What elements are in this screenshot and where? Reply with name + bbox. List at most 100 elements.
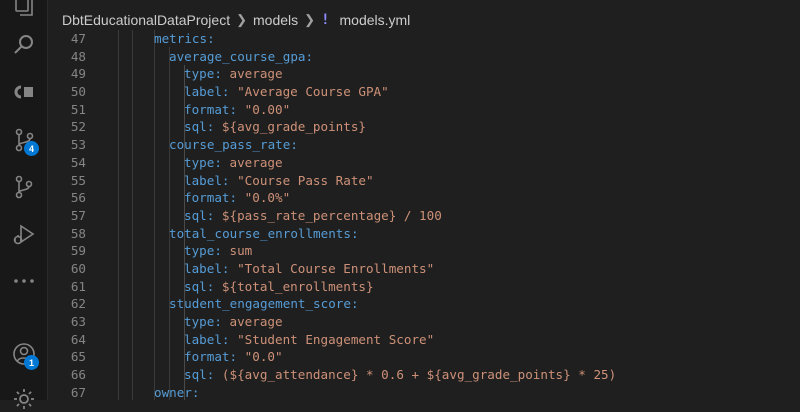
line-number: 58 (70, 225, 86, 241)
more-icon[interactable] (11, 268, 37, 294)
yaml-key: average_course_gpa: (169, 48, 314, 64)
code-text: student_engagement_score: (169, 295, 359, 313)
yaml-key: sql: (184, 367, 215, 383)
yaml-key: type: (184, 66, 222, 82)
code-text: sql: ${total_enrollments} (184, 278, 374, 296)
yaml-key: course_pass_rate: (169, 137, 298, 153)
line-number: 64 (70, 331, 86, 347)
line-number: 53 (70, 137, 86, 153)
code-text: average_course_gpa: (169, 48, 313, 66)
line-number: 67 (70, 384, 86, 400)
line-number: 63 (70, 314, 86, 329)
code-text: owner: (154, 384, 200, 402)
explorer-icon[interactable] (11, 0, 37, 18)
line-number: 47 (70, 31, 86, 46)
line-number: 54 (70, 154, 86, 170)
code-line[interactable]: 55 label: "Course Pass Rate" (48, 172, 800, 190)
code-text: sql: ${pass_rate_percentage} / 100 (184, 207, 442, 225)
code-text: type: average (184, 313, 283, 331)
breadcrumb-file[interactable]: models.yml (340, 12, 411, 28)
code-line[interactable]: 47 metrics: (48, 30, 800, 48)
code-text: label: "Student Engagement Score" (184, 331, 434, 349)
code-line[interactable]: 57 sql: ${pass_rate_percentage} / 100 (48, 207, 800, 225)
source-control-badge: 4 (24, 141, 39, 156)
code-line[interactable]: 53 course_pass_rate: (48, 136, 800, 154)
yaml-value: (${avg_attendance} * 0.6 + ${avg_grade_p… (214, 367, 617, 383)
code-text: course_pass_rate: (169, 136, 298, 154)
breadcrumb-folder[interactable]: models (253, 12, 298, 28)
code-text: sql: (${avg_attendance} * 0.6 + ${avg_gr… (184, 366, 616, 384)
yaml-key: sql: (184, 119, 215, 135)
code-editor[interactable]: 47 metrics: 48 average_course_gpa: 49 type: a… (48, 30, 800, 401)
yaml-value: "Student Engagement Score" (229, 331, 435, 347)
yaml-key: format: (184, 190, 238, 206)
yaml-key: label: (184, 260, 230, 276)
yaml-key: type: (184, 243, 222, 259)
yaml-value: "0.0%" (237, 190, 291, 206)
code-line[interactable]: 65 format: "0.0" (48, 348, 800, 366)
line-number: 62 (70, 296, 86, 312)
line-number: 65 (70, 349, 86, 365)
code-line[interactable]: 67 owner: (48, 384, 800, 402)
yaml-value: "Total Course Enrollments" (229, 260, 435, 276)
code-line[interactable]: 49 type: average (48, 65, 800, 83)
yaml-key: format: (184, 101, 238, 117)
code-line[interactable]: 54 type: average (48, 154, 800, 172)
code-line[interactable]: 48 average_course_gpa: (48, 48, 800, 66)
activity-bar: 4 1 (0, 0, 48, 409)
copilot-icon[interactable] (11, 79, 37, 105)
code-line[interactable]: 64 label: "Student Engagement Score" (48, 331, 800, 349)
code-line[interactable]: 52 sql: ${avg_grade_points} (48, 118, 800, 136)
yaml-key: sql: (184, 207, 215, 223)
code-text: type: sum (184, 242, 252, 260)
editor: DbtEducationalDataProject ❯ models ❯ ! m… (48, 0, 800, 400)
code-text: sql: ${avg_grade_points} (184, 118, 366, 136)
code-text: format: "0.00" (184, 101, 290, 119)
code-line[interactable]: 62 student_engagement_score: (48, 295, 800, 313)
yaml-value: "0.00" (237, 101, 291, 117)
code-text: type: average (184, 65, 283, 83)
code-line[interactable]: 60 label: "Total Course Enrollments" (48, 260, 800, 278)
search-icon[interactable] (11, 31, 37, 57)
code-text: total_course_enrollments: (169, 225, 359, 243)
code-line[interactable]: 66 sql: (${avg_attendance} * 0.6 + ${avg_… (48, 366, 800, 384)
yaml-value: average (221, 314, 283, 329)
yaml-value: ${pass_rate_percentage} / 100 (214, 207, 442, 223)
line-number: 49 (70, 66, 86, 82)
code-text: label: "Average Course GPA" (184, 83, 389, 101)
yaml-key: owner: (154, 384, 200, 400)
yaml-key: student_engagement_score: (169, 296, 359, 312)
code-line[interactable]: 51 format: "0.00" (48, 101, 800, 119)
line-number: 61 (70, 278, 86, 294)
run-debug-icon[interactable] (11, 222, 37, 248)
code-line[interactable]: 63 type: average (48, 313, 800, 331)
code-line[interactable]: 59 type: sum (48, 242, 800, 260)
yaml-value: ${total_enrollments} (214, 278, 374, 294)
chevron-right-icon: ❯ (236, 12, 248, 27)
line-number: 50 (70, 84, 86, 100)
yaml-key: metrics: (154, 31, 215, 46)
yaml-key: total_course_enrollments: (169, 225, 359, 241)
git-graph-icon[interactable] (11, 174, 37, 200)
code-text: metrics: (154, 30, 215, 48)
yaml-value: average (221, 66, 283, 82)
yaml-key: label: (184, 84, 230, 100)
code-line[interactable]: 50 label: "Average Course GPA" (48, 83, 800, 101)
accounts-badge: 1 (24, 355, 39, 370)
code-line[interactable]: 56 format: "0.0%" (48, 189, 800, 207)
breadcrumb: DbtEducationalDataProject ❯ models ❯ ! m… (62, 10, 410, 30)
breadcrumb-project[interactable]: DbtEducationalDataProject (62, 12, 230, 28)
yaml-value: ${avg_grade_points} (214, 119, 366, 135)
settings-gear-icon[interactable] (11, 386, 37, 412)
line-number: 52 (70, 119, 86, 135)
yaml-value: "Average Course GPA" (229, 84, 389, 100)
yaml-key: type: (184, 154, 222, 170)
chevron-right-icon: ❯ (304, 12, 316, 27)
code-text: label: "Total Course Enrollments" (184, 260, 434, 278)
code-line[interactable]: 61 sql: ${total_enrollments} (48, 278, 800, 296)
code-text: label: "Course Pass Rate" (184, 172, 374, 190)
code-line[interactable]: 58 total_course_enrollments: (48, 225, 800, 243)
line-number: 57 (70, 207, 86, 223)
line-number: 55 (70, 172, 86, 188)
line-number: 60 (70, 260, 86, 276)
